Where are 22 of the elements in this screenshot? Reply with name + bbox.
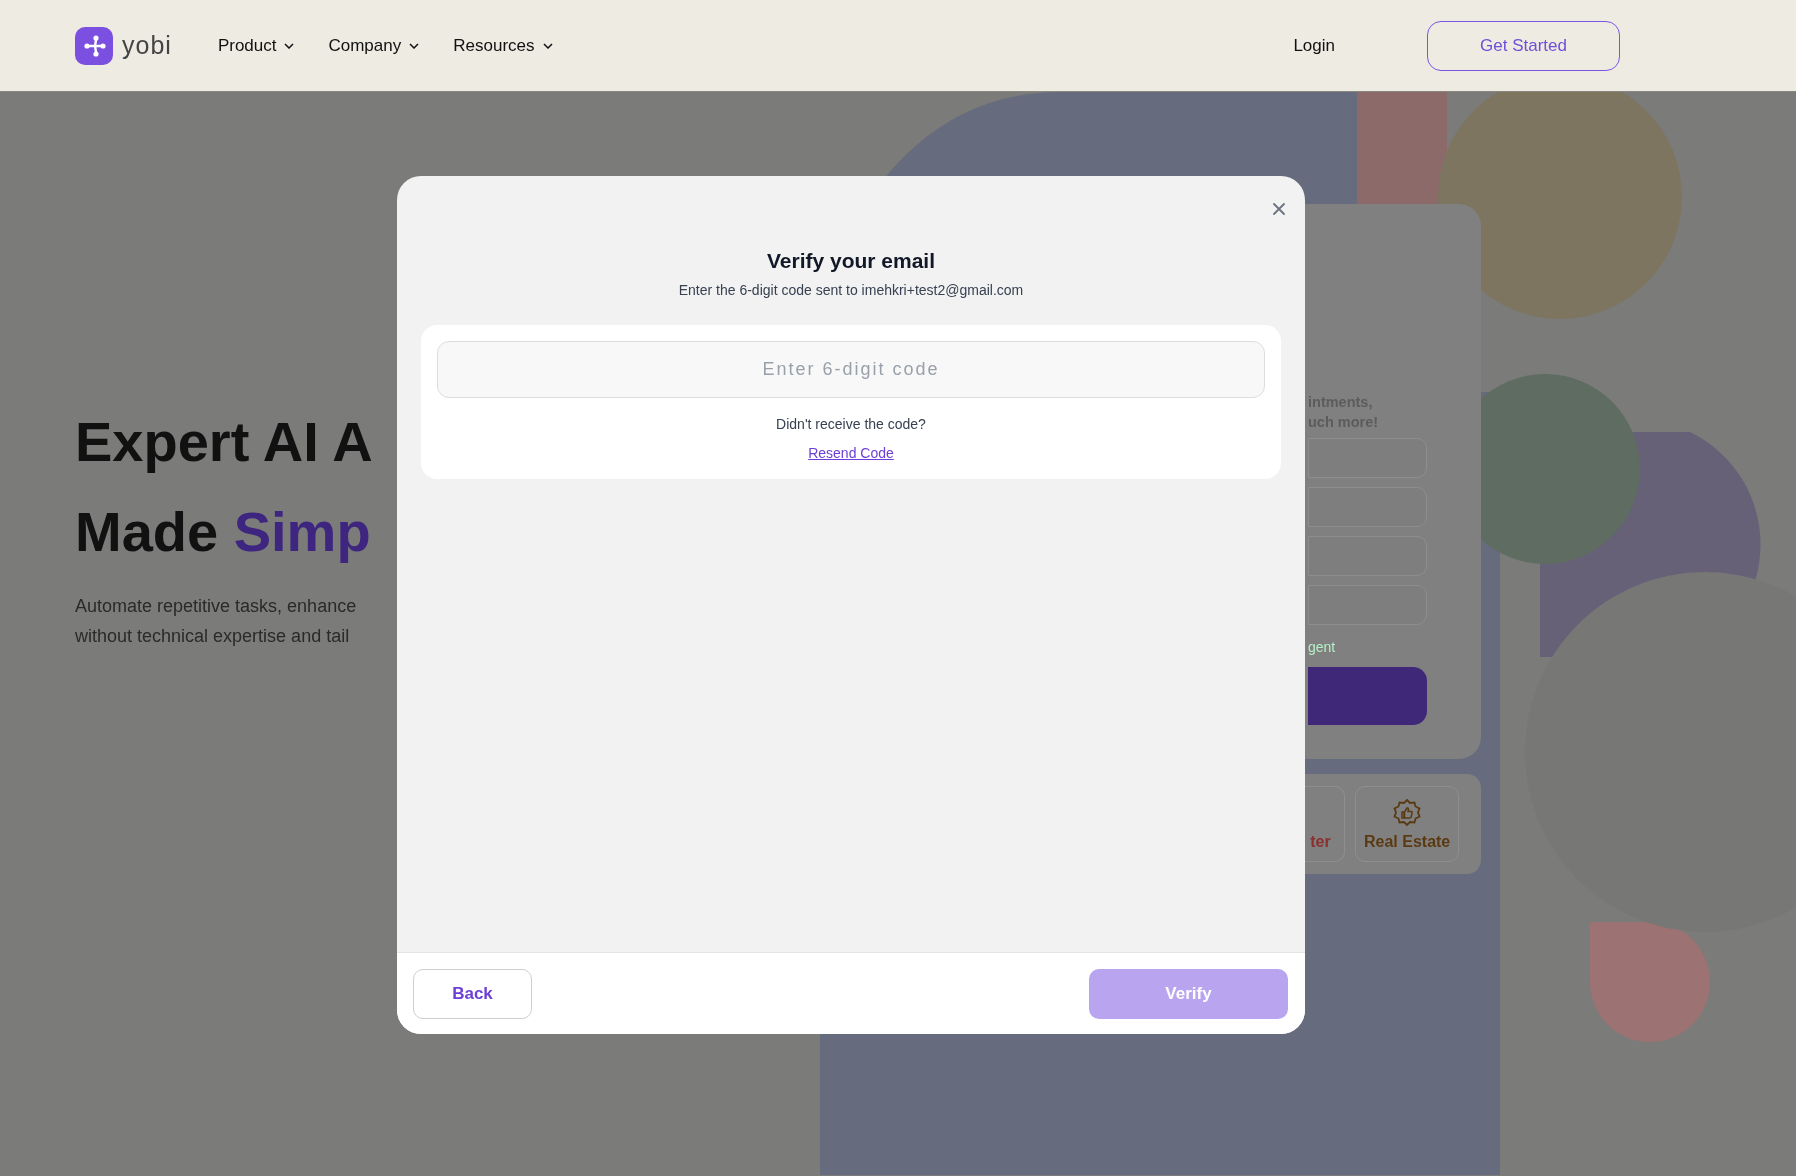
chevron-down-icon[interactable] [284, 42, 295, 49]
chevron-down-icon[interactable] [542, 42, 553, 49]
hero-description: without technical expertise and tail [75, 625, 351, 648]
nav-menu-link[interactable]: Company [328, 35, 420, 56]
resend-prompt: Didn't receive the code? [776, 416, 926, 432]
code-input-field[interactable]: Enter 6-digit code [437, 341, 1265, 398]
hero-heading: Expert AI A [75, 409, 374, 475]
close-icon[interactable] [1273, 203, 1285, 215]
hero-description: Automate repetitive tasks, enhance [75, 595, 358, 618]
thumbs-up-badge-icon [1393, 799, 1422, 827]
dialog-subtitle: Enter the 6-digit code sent to imehkri+test2@gmail.com [678, 282, 1024, 298]
resend-code-link[interactable]: Resend Code [808, 445, 894, 461]
dialog-title: Verify your email [766, 249, 936, 273]
hero-heading: Made Simp [75, 499, 372, 565]
logo-wordmark[interactable]: yobi [122, 31, 172, 60]
chevron-down-icon[interactable] [409, 42, 420, 49]
nav-menu-link[interactable]: Product [217, 35, 295, 56]
login-link[interactable]: Login [1293, 35, 1335, 56]
back-button[interactable]: Back [413, 968, 532, 1019]
get-started-button[interactable]: Get Started [1427, 20, 1620, 71]
nav-menu-link[interactable]: Resources [453, 35, 553, 56]
logo-icon[interactable] [75, 26, 113, 65]
